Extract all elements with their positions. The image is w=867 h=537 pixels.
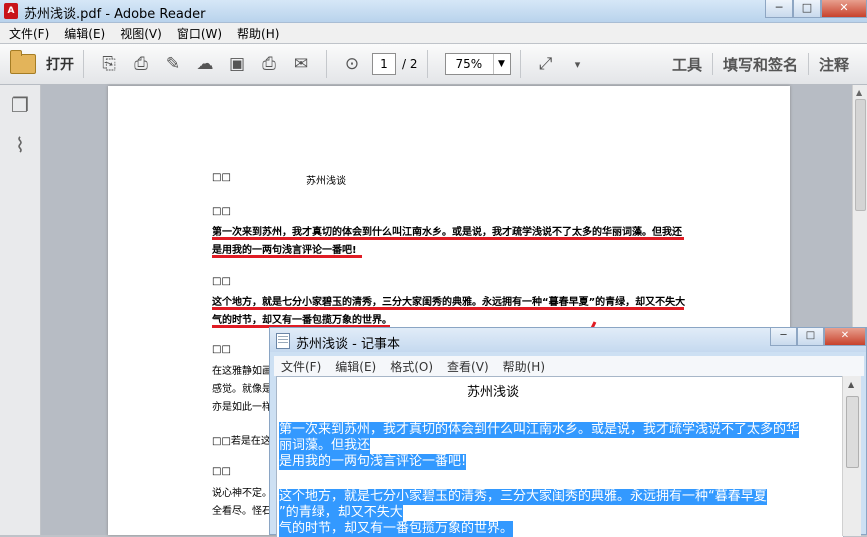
pdf-text-line: 亦是如此一样: [212, 402, 272, 413]
menu-window[interactable]: 窗口(W): [168, 25, 228, 42]
red-underline: [212, 307, 684, 310]
notepad-scrollbar-thumb[interactable]: [846, 396, 859, 468]
open-label: 打开: [46, 57, 74, 73]
notepad-window-controls: ─ □ ✕: [770, 328, 866, 346]
upload-cloud-icon[interactable]: ☁: [194, 53, 216, 75]
edit-icon[interactable]: ✎: [162, 53, 184, 75]
red-underline: [212, 237, 684, 240]
red-underline: [212, 255, 362, 258]
pdf-paragraph-marker: □□: [212, 206, 231, 217]
notepad-title-bar: 苏州浅谈 - 记事本 ─ □ ✕: [270, 328, 866, 352]
notepad-menu-help[interactable]: 帮助(H): [496, 358, 552, 375]
notepad-icon: [276, 333, 290, 349]
toolbar-right-links: 工具 填写和签名 注释: [662, 44, 859, 84]
notepad-menu-format[interactable]: 格式(O): [383, 358, 440, 375]
pdf-title-marker: □□: [212, 172, 231, 183]
menu-edit[interactable]: 编辑(E): [55, 25, 111, 42]
page-total: / 2: [402, 57, 418, 71]
selected-text-line: 这个地方，就是七分小家碧玉的清秀，三分大家闺秀的典雅。永远拥有一种“暮春早夏: [279, 489, 767, 505]
pdf-text-line: 感觉。就像是: [212, 384, 272, 395]
selected-text-line: 是用我的一两句浅言评论一番吧!: [279, 454, 467, 470]
notepad-title: 苏州浅谈 - 记事本: [296, 337, 400, 352]
notepad-close-button[interactable]: ✕: [824, 328, 866, 346]
pdf-text-line: 是用我的一两句浅言评论一番吧!: [212, 245, 357, 256]
notepad-maximize-button[interactable]: □: [797, 328, 824, 346]
create-pdf-icon[interactable]: ⎘: [98, 53, 120, 75]
toolbar-divider: [519, 50, 521, 78]
selected-text-line: ”的青绿，却又不失大: [279, 505, 403, 521]
pdf-text-line: □□若是在这: [212, 436, 271, 447]
comment-link[interactable]: 注释: [809, 54, 859, 75]
notepad-menu-bar: 文件(F) 编辑(E) 格式(O) 查看(V) 帮助(H): [274, 356, 864, 376]
navigation-pane: ❐ ⌇: [0, 85, 41, 535]
scroll-up-icon[interactable]: ▲: [848, 380, 854, 389]
toolbar-divider: [326, 50, 327, 78]
notepad-scrollbar[interactable]: ▲: [842, 376, 861, 536]
previous-page-icon[interactable]: ⊙: [341, 53, 363, 75]
open-button[interactable]: 打开: [10, 50, 74, 74]
pdf-paragraph-marker: □□: [212, 276, 231, 287]
export-pdf-icon[interactable]: ⎙: [130, 53, 152, 75]
notepad-menu-file[interactable]: 文件(F): [274, 358, 328, 375]
pdf-text-line: 全看尽。怪石: [212, 506, 272, 517]
window-title: 苏州浅谈.pdf - Adobe Reader: [24, 7, 206, 22]
maximize-button[interactable]: □: [793, 0, 821, 18]
toolbar-options-icon[interactable]: ▾: [567, 53, 589, 75]
notepad-text-area[interactable]: 苏州浅谈 第一次来到苏州，我才真切的体会到什么叫江南水乡。或是说，我才疏学浅说不…: [276, 376, 844, 537]
menu-help[interactable]: 帮助(H): [228, 25, 285, 42]
menu-bar: 文件(F) 编辑(E) 视图(V) 窗口(W) 帮助(H): [0, 23, 867, 43]
pdf-text-line: 这个地方，就是七分小家碧玉的清秀，三分大家闺秀的典雅。永远拥有一种“暮春早夏”的…: [212, 297, 686, 308]
scroll-up-icon[interactable]: ▲: [856, 88, 862, 97]
scrollbar-thumb[interactable]: [855, 99, 866, 211]
menu-view[interactable]: 视图(V): [111, 25, 168, 42]
pdf-text-line: 第一次来到苏州，我才真切的体会到什么叫江南水乡。或是说，我才疏学浅说不了太多的华…: [212, 227, 682, 238]
zoom-select[interactable]: 75% ▼: [444, 53, 511, 75]
page-number-input[interactable]: 1: [372, 53, 396, 75]
save-icon[interactable]: ▣: [226, 53, 248, 75]
notepad-menu-view[interactable]: 查看(V): [440, 358, 496, 375]
notepad-minimize-button[interactable]: ─: [770, 328, 797, 346]
pdf-paragraph-marker: □□: [212, 344, 231, 355]
folder-icon: [10, 50, 36, 74]
pdf-text-line: 说心神不定。: [212, 488, 272, 499]
pdf-title: 苏州浅谈: [306, 176, 346, 187]
menu-file[interactable]: 文件(F): [0, 25, 55, 42]
chevron-down-icon[interactable]: ▼: [492, 54, 510, 74]
selected-text-line: 丽词藻。但我还: [279, 438, 371, 454]
title-bar: A 苏州浅谈.pdf - Adobe Reader ─ □ ✕: [0, 0, 867, 23]
window-controls: ─ □ ✕: [765, 0, 867, 18]
full-screen-icon[interactable]: ⤢: [535, 53, 557, 75]
notepad-menu-edit[interactable]: 编辑(E): [328, 358, 383, 375]
toolbar-divider: [83, 50, 84, 78]
zoom-value: 75%: [455, 57, 483, 71]
tools-link[interactable]: 工具: [662, 54, 712, 75]
pdf-text-line: 在这雅静如画: [212, 366, 272, 377]
pdf-text-line: 气的时节，却又有一番包揽万象的世界。: [212, 315, 392, 326]
notepad-window: 苏州浅谈 - 记事本 ─ □ ✕ 文件(F) 编辑(E) 格式(O) 查看(V)…: [269, 327, 867, 537]
toolbar-divider: [426, 50, 428, 78]
minimize-button[interactable]: ─: [765, 0, 793, 18]
attachments-icon[interactable]: ⌇: [0, 125, 40, 165]
print-icon[interactable]: ⎙: [258, 53, 280, 75]
page-thumbnails-icon[interactable]: ❐: [0, 85, 40, 125]
pdf-paragraph-marker: □□: [212, 466, 231, 477]
fill-sign-link[interactable]: 填写和签名: [713, 54, 808, 75]
notepad-heading: 苏州浅谈: [467, 385, 520, 400]
toolbar: 打开 ⎘ ⎙ ✎ ☁ ▣ ⎙ ✉ ⊙ 1 / 2 75% ▼ ⤢ ▾ 工具 填写…: [0, 44, 867, 85]
adobe-reader-icon: A: [4, 3, 18, 19]
email-icon[interactable]: ✉: [290, 53, 312, 75]
selected-text-line: 第一次来到苏州，我才真切的体会到什么叫江南水乡。或是说，我才疏学浅说不了太多的华: [279, 422, 800, 438]
close-button[interactable]: ✕: [821, 0, 867, 18]
